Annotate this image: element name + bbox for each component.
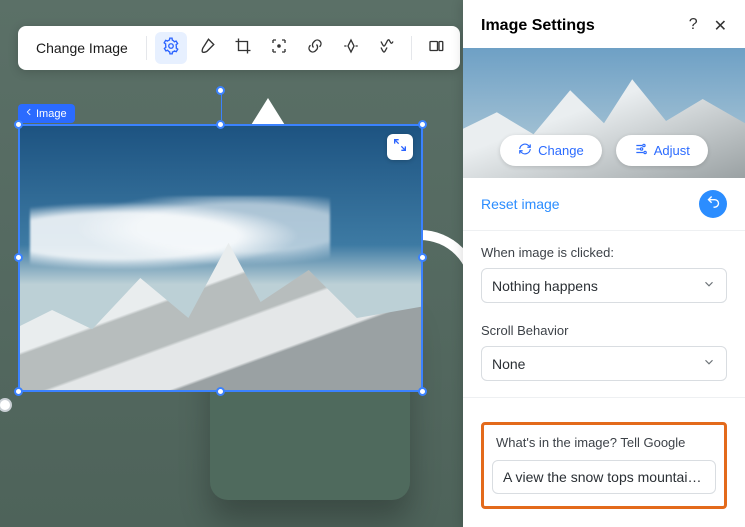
scroll-behavior-select[interactable]: None [481, 346, 727, 381]
alt-text-highlight: What's in the image? Tell Google A view … [481, 422, 727, 509]
reset-image-button[interactable] [699, 190, 727, 218]
crop-button[interactable] [227, 32, 259, 64]
alt-text-label: What's in the image? Tell Google [496, 435, 712, 450]
breadcrumb[interactable]: Image [18, 104, 75, 123]
help-button[interactable]: ? [689, 16, 698, 36]
adjust-button-label: Adjust [654, 143, 690, 158]
toolbar-separator [146, 36, 147, 60]
resize-handle-bm[interactable] [216, 387, 225, 396]
focal-point-icon [270, 37, 288, 60]
focal-point-button[interactable] [263, 32, 295, 64]
resize-handle-tl[interactable] [14, 120, 23, 129]
panel-header: Image Settings ? ✕ [463, 0, 745, 48]
stretch-button[interactable] [420, 32, 452, 64]
reset-image-link[interactable]: Reset image [481, 196, 560, 212]
expand-button[interactable] [387, 134, 413, 160]
resize-handle-ml[interactable] [14, 253, 23, 262]
chevron-down-icon [702, 355, 716, 372]
resize-handle-tr[interactable] [418, 120, 427, 129]
refresh-icon [518, 142, 532, 159]
scroll-behavior-value: None [492, 356, 525, 372]
help-icon: ? [689, 16, 698, 33]
crop-icon [234, 37, 252, 60]
reset-row: Reset image [463, 178, 745, 231]
close-icon: ✕ [714, 18, 727, 35]
click-behavior-label: When image is clicked: [481, 245, 727, 260]
mask-button[interactable] [371, 32, 403, 64]
resize-handle-tm[interactable] [216, 120, 225, 129]
stretch-icon [427, 37, 445, 60]
sliders-icon [634, 142, 648, 159]
divider [463, 397, 745, 398]
image-settings-panel: Image Settings ? ✕ Change Adjust Reset i… [463, 0, 745, 527]
resize-handle-br[interactable] [418, 387, 427, 396]
click-behavior-select[interactable]: Nothing happens [481, 268, 727, 303]
chevron-left-icon [24, 107, 34, 120]
scroll-behavior-section: Scroll Behavior None [463, 309, 745, 387]
selected-image[interactable] [18, 124, 423, 392]
toolbar-separator [411, 36, 412, 60]
alt-text-input[interactable]: A view the snow tops mountais, ever… [492, 460, 716, 494]
link-icon [306, 37, 324, 60]
click-behavior-section: When image is clicked: Nothing happens [463, 231, 745, 309]
change-button[interactable]: Change [500, 135, 602, 166]
close-button[interactable]: ✕ [714, 16, 727, 36]
gear-icon [162, 37, 180, 60]
image-toolbar: Change Image [18, 26, 460, 70]
image-content-cloud [30, 196, 330, 276]
undo-icon [706, 194, 721, 214]
filters-button[interactable] [191, 32, 223, 64]
change-button-label: Change [538, 143, 584, 158]
rotate-handle[interactable] [216, 86, 225, 95]
brush-icon [198, 37, 216, 60]
panel-title: Image Settings [481, 17, 595, 35]
mask-icon [378, 37, 396, 60]
image-preview: Change Adjust [463, 48, 745, 178]
animation-icon [342, 37, 360, 60]
resize-handle-mr[interactable] [418, 253, 427, 262]
scroll-behavior-label: Scroll Behavior [481, 323, 727, 338]
design-button[interactable] [155, 32, 187, 64]
rotate-stem [221, 92, 222, 120]
alt-text-section: What's in the image? Tell Google A view … [463, 408, 745, 527]
click-behavior-value: Nothing happens [492, 278, 598, 294]
animation-button[interactable] [335, 32, 367, 64]
expand-icon [392, 137, 408, 158]
chevron-down-icon [702, 277, 716, 294]
change-image-button[interactable]: Change Image [26, 34, 138, 62]
link-button[interactable] [299, 32, 331, 64]
adjust-button[interactable]: Adjust [616, 135, 708, 166]
resize-handle-bl[interactable] [14, 387, 23, 396]
breadcrumb-label: Image [36, 108, 67, 120]
